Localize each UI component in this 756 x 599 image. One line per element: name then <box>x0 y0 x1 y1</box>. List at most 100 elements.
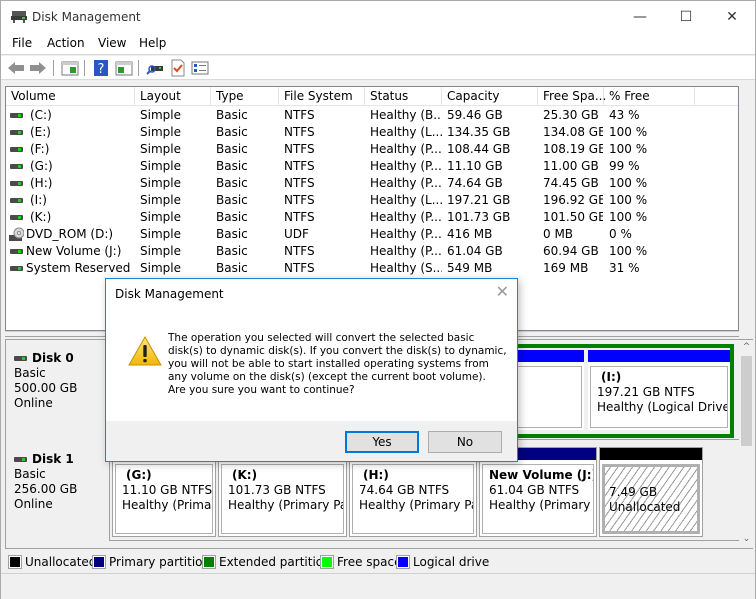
checklist-icon[interactable] <box>169 59 187 77</box>
cell-free: 169 MB <box>543 261 589 275</box>
drive-icon <box>10 147 23 152</box>
scrollbar-thumb[interactable] <box>741 356 752 446</box>
disk-name: Disk 1 <box>32 452 74 466</box>
forward-icon[interactable] <box>29 59 47 77</box>
menu-file[interactable]: File <box>12 36 32 50</box>
dialog-footer: Yes No <box>106 421 517 461</box>
partition-logical-i[interactable]: (I:) 197.21 GB NTFS Healthy (Logical Dri… <box>588 350 730 430</box>
drive-icon <box>10 130 23 135</box>
back-icon[interactable] <box>7 59 25 77</box>
volume-row[interactable]: (K:) Simple Basic NTFS Healthy (P... 101.73 G… <box>6 209 738 226</box>
cell-fs: NTFS <box>284 108 315 122</box>
cell-capacity: 59.46 GB <box>447 108 503 122</box>
cell-pct: 100 % <box>609 142 648 156</box>
column-header-status[interactable]: Status <box>365 87 442 106</box>
volume-row[interactable]: (G:) Simple Basic NTFS Healthy (P... 11.10 GB… <box>6 158 738 175</box>
yes-button[interactable]: Yes <box>345 431 419 453</box>
cell-fs: NTFS <box>284 193 315 207</box>
maximize-icon: ☐ <box>679 9 693 25</box>
drive-icon <box>10 198 23 203</box>
toolbar-separator <box>53 60 54 76</box>
cell-pct: 100 % <box>609 176 648 190</box>
legend-swatch <box>396 555 410 569</box>
disk-status: Online <box>14 396 53 410</box>
dialog-close-icon[interactable]: ✕ <box>496 282 509 301</box>
cell-type: Basic <box>216 210 248 224</box>
cell-fs: NTFS <box>284 261 315 275</box>
cell-type: Basic <box>216 125 248 139</box>
toolbar-separator <box>84 60 85 76</box>
partition-unallocated[interactable]: 7.49 GB Unallocated <box>599 447 703 537</box>
cell-fs: NTFS <box>284 244 315 258</box>
legend-swatch <box>202 555 216 569</box>
disk-management-icon <box>11 11 27 23</box>
menu-view[interactable]: View <box>98 36 126 50</box>
cell-capacity: 134.35 GB <box>447 125 511 139</box>
cell-layout: Simple <box>140 193 181 207</box>
legend-swatch <box>8 555 22 569</box>
cell-type: Basic <box>216 227 248 241</box>
disk-0-label[interactable]: Disk 0 Basic 500.00 GB Online <box>6 340 110 440</box>
disk-1-label[interactable]: Disk 1 Basic 256.00 GB Online <box>6 441 110 541</box>
cell-capacity: 108.44 GB <box>447 142 511 156</box>
disk-type: Basic <box>14 366 46 380</box>
disk-size: 256.00 GB <box>14 482 78 496</box>
no-button[interactable]: No <box>428 431 502 453</box>
toolbar: ? <box>1 56 755 80</box>
volume-row[interactable]: (H:) Simple Basic NTFS Healthy (P... 74.64 GB… <box>6 175 738 192</box>
column-header-empty <box>695 87 738 106</box>
column-header-capacity[interactable]: Capacity <box>442 87 538 106</box>
show-hide-console-tree-icon[interactable] <box>61 59 79 77</box>
volume-row[interactable]: (F:) Simple Basic NTFS Healthy (P... 108.44 G… <box>6 141 738 158</box>
legend-swatch <box>320 555 334 569</box>
cell-layout: Simple <box>140 244 181 258</box>
legend-primary-partition: Primary partition <box>92 555 210 569</box>
cell-capacity: 416 MB <box>447 227 493 241</box>
column-header-free-space[interactable]: Free Spa... <box>538 87 606 106</box>
cell-capacity: 197.21 GB <box>447 193 511 207</box>
scroll-up-icon[interactable]: ^ <box>740 342 753 352</box>
properties-icon[interactable] <box>191 59 209 77</box>
show-hide-action-pane-icon[interactable] <box>115 59 133 77</box>
menu-help[interactable]: Help <box>139 36 166 50</box>
cell-status: Healthy (P... <box>370 176 442 190</box>
cell-status: Healthy (P... <box>370 210 442 224</box>
graph-vertical-scrollbar[interactable]: ^ ⌄ <box>740 340 753 548</box>
cell-layout: Simple <box>140 108 181 122</box>
help-icon[interactable]: ? <box>92 59 110 77</box>
disk-status: Online <box>14 497 53 511</box>
cell-capacity: 549 MB <box>447 261 493 275</box>
volume-row[interactable]: (E:) Simple Basic NTFS Healthy (L... 134.35 G… <box>6 124 738 141</box>
column-header-percent-free[interactable]: % Free <box>604 87 695 106</box>
cell-status: Healthy (P... <box>370 159 442 173</box>
close-button[interactable]: ✕ <box>709 1 755 33</box>
volume-row[interactable]: System Reserved Simple Basic NTFS Healthy (S… <box>6 260 738 277</box>
volume-row[interactable]: DVD_ROM (D:) Simple Basic UDF Healthy (P... 4… <box>6 226 738 243</box>
minimize-button[interactable]: — <box>617 1 663 33</box>
disk-name: Disk 0 <box>32 351 74 365</box>
volume-row[interactable]: (I:) Simple Basic NTFS Healthy (L... 197.21 G… <box>6 192 738 209</box>
cell-layout: Simple <box>140 125 181 139</box>
cell-capacity: 74.64 GB <box>447 176 503 190</box>
connect-disk-icon[interactable] <box>146 59 164 77</box>
column-header-file-system[interactable]: File System <box>279 87 365 106</box>
menu-action[interactable]: Action <box>47 36 85 50</box>
legend-unallocated: Unallocated <box>8 555 96 569</box>
volume-row[interactable]: (C:) Simple Basic NTFS Healthy (B... 59.46 GB… <box>6 107 738 124</box>
column-header-volume[interactable]: Volume <box>6 87 135 106</box>
cell-pct: 43 % <box>609 108 640 122</box>
column-header-type[interactable]: Type <box>211 87 279 106</box>
disk-size: 500.00 GB <box>14 381 78 395</box>
cell-volume: (E:) <box>30 125 51 139</box>
dialog-title: Disk Management <box>115 287 224 301</box>
volume-row[interactable]: New Volume (J:) Simple Basic NTFS Healthy (P… <box>6 243 738 260</box>
cell-free: 0 MB <box>543 227 574 241</box>
column-header-layout[interactable]: Layout <box>135 87 211 106</box>
cell-free: 25.30 GB <box>543 108 599 122</box>
cell-status: Healthy (P... <box>370 244 442 258</box>
cell-layout: Simple <box>140 210 181 224</box>
disk-type: Basic <box>14 467 46 481</box>
scroll-down-icon[interactable]: ⌄ <box>740 534 753 544</box>
maximize-button[interactable]: ☐ <box>663 1 709 33</box>
cell-volume: New Volume (J:) <box>26 244 122 258</box>
